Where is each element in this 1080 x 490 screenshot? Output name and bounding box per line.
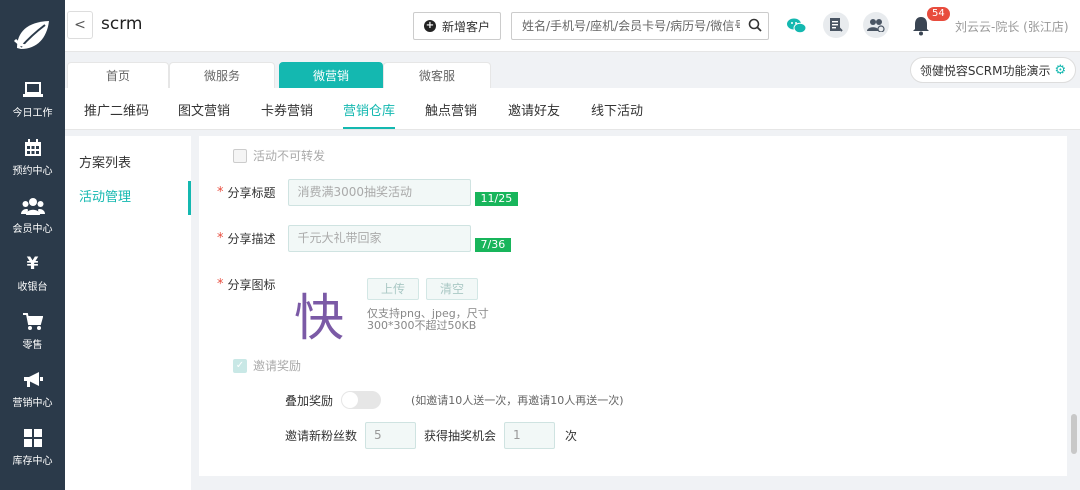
subnav-warehouse[interactable]: 营销仓库 (343, 100, 396, 129)
nav-label: 零售 (22, 340, 43, 351)
tab-micro-support[interactable]: 微客服 (383, 62, 491, 88)
subnav-touchpoint[interactable]: 触点营销 (425, 100, 477, 119)
nav-appointment[interactable]: 预约中心 (0, 128, 65, 186)
no-forward-row: 活动不可转发 (233, 147, 325, 164)
share-icon-label: 分享图标 (227, 278, 276, 292)
required-mark: * (217, 277, 224, 292)
calendar-icon (24, 137, 42, 159)
laptop-icon (22, 79, 43, 101)
nav-member[interactable]: 会员中心 (0, 186, 65, 244)
plus-icon: + (423, 20, 436, 32)
clear-button[interactable]: 清空 (426, 278, 478, 300)
share-icon-row: * 分享图标 (217, 276, 276, 293)
notification-badge: 54 (927, 7, 950, 21)
users-icon (20, 195, 45, 217)
share-title-row: * 分享标题 消费满3000抽奖活动 11/25 (217, 178, 519, 206)
nav-marketing[interactable]: 营销中心 (0, 360, 65, 418)
top-bar: < scrm + 新增客户 54 刘云云-院长 (张江店) (65, 0, 1080, 52)
share-desc-label: 分享描述 (227, 231, 276, 246)
scrollbar-thumb[interactable] (1071, 414, 1077, 454)
no-forward-label: 活动不可转发 (253, 149, 326, 163)
demo-label: 领健悦容SCRM功能演示 (919, 63, 1051, 78)
share-title-label: 分享标题 (227, 185, 276, 200)
menu-plan-list[interactable]: 方案列表 (65, 147, 191, 181)
subnav-offline[interactable]: 线下活动 (591, 100, 643, 119)
megaphone-icon (23, 369, 43, 391)
nav-label: 库存中心 (12, 456, 53, 467)
search-box (511, 12, 769, 40)
stack-reward-row: 叠加奖励 (如邀请10人送一次，再邀请10人再送一次) (285, 391, 624, 409)
share-title-counter: 11/25 (474, 192, 519, 206)
share-desc-counter: 7/36 (474, 238, 512, 252)
cart-icon (22, 311, 43, 333)
add-customer-label: 新增客户 (441, 19, 490, 34)
no-forward-checkbox[interactable] (233, 148, 247, 163)
stack-reward-hint: (如邀请10人送一次，再邀请10人再送一次) (411, 394, 624, 407)
nav-cashier[interactable]: ¥ 收银台 (0, 244, 65, 302)
share-title-input[interactable]: 消费满3000抽奖活动 (287, 178, 471, 206)
form-panel: 活动不可转发 * 分享标题 消费满3000抽奖活动 11/25 * 分享描述 千… (199, 136, 1067, 476)
left-sidebar: 今日工作 预约中心 会员中心 ¥ 收银台 零售 营销中心 库存中心 (0, 0, 65, 490)
tab-home[interactable]: 首页 (67, 62, 169, 88)
demo-button[interactable]: 领健悦容SCRM功能演示 ⚙ (910, 57, 1076, 83)
subnav-invite[interactable]: 邀请好友 (508, 100, 560, 119)
tab-strip: 首页 微服务 微营销 微客服 领健悦容SCRM功能演示 ⚙ (65, 52, 1080, 88)
sub-nav: 推广二维码 图文营销 卡券营销 营销仓库 触点营销 邀请好友 线下活动 (65, 88, 1080, 130)
new-fans-label: 邀请新粉丝数 (285, 429, 358, 443)
grid-icon (23, 427, 42, 449)
required-mark: * (217, 230, 224, 246)
share-desc-input[interactable]: 千元大礼带回家 (287, 224, 471, 252)
leaf-logo-icon[interactable] (0, 0, 65, 70)
tab-micro-marketing[interactable]: 微营销 (279, 62, 383, 88)
yen-icon: ¥ (26, 254, 39, 274)
upload-button[interactable]: 上传 (367, 278, 419, 300)
nav-today-work[interactable]: 今日工作 (0, 70, 65, 128)
stack-reward-label: 叠加奖励 (285, 393, 334, 408)
left-menu: 方案列表 活动管理 (65, 136, 191, 490)
user-name[interactable]: 刘云云-院长 (张江店) (955, 18, 1069, 35)
team-settings-icon[interactable] (863, 12, 889, 38)
nav-retail[interactable]: 零售 (0, 302, 65, 360)
back-button[interactable]: < (67, 11, 93, 39)
required-mark: * (217, 184, 224, 200)
scrollbar[interactable] (1070, 136, 1078, 476)
tab-micro-service[interactable]: 微服务 (169, 62, 275, 88)
nav-label: 今日工作 (12, 108, 53, 119)
subnav-article[interactable]: 图文营销 (178, 100, 230, 119)
nav-label: 会员中心 (12, 224, 53, 235)
nav-label: 预约中心 (12, 166, 53, 177)
document-icon[interactable] (823, 12, 849, 38)
lottery-unit: 次 (565, 429, 578, 443)
invite-reward-checkbox[interactable]: ✓ (233, 358, 247, 373)
search-input[interactable] (512, 13, 740, 39)
subnav-qrcode[interactable]: 推广二维码 (84, 100, 149, 119)
add-customer-button[interactable]: + 新增客户 (413, 12, 501, 40)
gear-icon: ⚙ (1054, 62, 1067, 78)
nav-inventory[interactable]: 库存中心 (0, 418, 65, 476)
nav-label: 收银台 (17, 282, 48, 293)
icon-hint: 仅支持png、jpeg，尺寸300*300不超过50KB (367, 307, 489, 332)
menu-activity-manage[interactable]: 活动管理 (65, 181, 191, 215)
lottery-label: 获得抽奖机会 (424, 429, 497, 443)
invite-reward-label: 邀请奖励 (253, 359, 302, 373)
invite-reward-row: ✓ 邀请奖励 (233, 357, 301, 374)
nav-label: 营销中心 (12, 398, 53, 409)
new-fans-input[interactable]: 5 (365, 422, 417, 449)
wechat-icon[interactable] (785, 14, 809, 38)
share-icon-preview: 快 (294, 289, 344, 347)
stack-reward-toggle[interactable] (341, 391, 382, 409)
lottery-input[interactable]: 1 (504, 422, 556, 449)
subnav-coupon[interactable]: 卡券营销 (261, 100, 313, 119)
app-title: scrm (101, 14, 143, 34)
reward-rule-row: 邀请新粉丝数 5 获得抽奖机会 1 次 (285, 422, 577, 449)
search-icon[interactable] (748, 18, 762, 36)
share-desc-row: * 分享描述 千元大礼带回家 7/36 (217, 224, 512, 252)
